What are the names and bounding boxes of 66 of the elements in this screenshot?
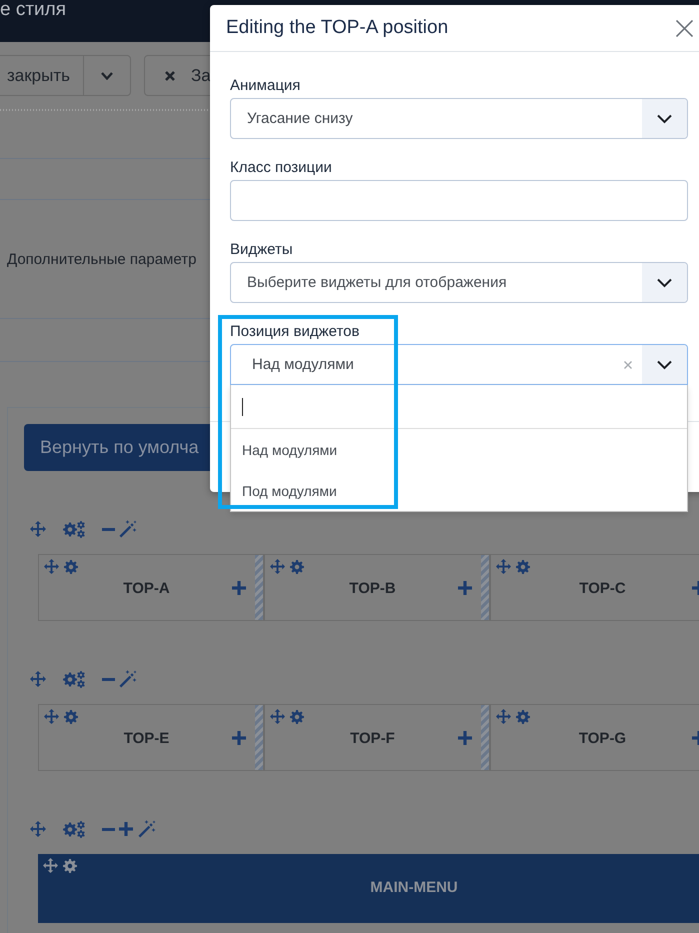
chevron-down-icon [101,72,114,80]
plus-icon[interactable] [232,581,246,595]
field-label: Класс позиции [230,159,332,177]
text-input[interactable] [230,180,688,221]
resize-handle[interactable] [481,555,489,620]
gear-icon[interactable] [290,560,304,574]
text-cursor-icon [242,398,243,416]
gear-icon[interactable] [290,710,304,724]
magic-wand-icon[interactable] [119,520,137,538]
select-field[interactable]: Угасание снизу [230,98,688,139]
field-label: Позиция виджетов [230,323,360,341]
close-icon [676,20,693,36]
move-icon[interactable] [30,521,46,537]
select-field[interactable]: Выберите виджеты для отображения [230,262,688,303]
position-label: TOP-B [348,580,397,596]
minus-icon[interactable] [102,828,115,830]
plus-icon[interactable] [119,822,133,836]
gear-icon[interactable] [63,858,77,872]
gear-icon[interactable] [516,560,530,574]
move-icon[interactable] [44,709,59,724]
minus-icon[interactable] [102,678,115,680]
gear-icon[interactable] [64,560,78,574]
plus-icon[interactable] [458,581,472,595]
chevron-down-icon[interactable] [642,263,687,302]
position-label: TOP-G [578,730,628,746]
resize-handle[interactable] [255,705,263,770]
position-label: TOP-A [122,580,171,596]
modal-title: Editing the TOP-A position [226,17,448,39]
gears-icon[interactable] [63,670,85,688]
position-label: TOP-C [578,580,627,596]
move-icon[interactable] [270,709,285,724]
dropdown-option[interactable]: Над модулями [231,429,687,470]
magic-wand-icon[interactable] [138,820,156,838]
magic-wand-icon[interactable] [119,670,137,688]
dropdown-toggle-button[interactable] [83,55,132,96]
save-close-button[interactable]: закрыть [0,55,84,96]
select-field[interactable]: Над модулями [230,344,688,385]
chevron-down-icon[interactable] [642,345,687,384]
move-icon[interactable] [496,709,511,724]
gear-icon[interactable] [64,710,78,724]
resize-handle[interactable] [481,705,489,770]
resize-handle[interactable] [255,555,263,620]
gears-icon[interactable] [63,820,85,838]
position-label: MAIN-MENU [370,878,458,896]
close-button[interactable] [676,20,693,36]
minus-icon[interactable] [102,528,115,530]
move-icon[interactable] [30,821,46,837]
settings-tab[interactable]: Дополнительные параметр [7,250,196,268]
plus-icon[interactable] [232,731,246,745]
move-icon[interactable] [496,559,511,574]
clear-icon[interactable] [624,360,632,368]
field-label: Анимация [230,77,300,95]
move-icon[interactable] [270,559,285,574]
gear-icon[interactable] [516,710,530,724]
move-icon[interactable] [43,858,58,873]
dropdown-option[interactable]: Под модулями [231,470,687,511]
gears-icon[interactable] [63,520,85,538]
position-label: TOP-F [349,730,396,746]
move-icon[interactable] [30,671,46,687]
close-icon [165,70,176,80]
field-label: Виджеты [230,241,293,259]
chevron-down-icon[interactable] [642,99,687,138]
position-label: TOP-E [122,730,170,746]
page-title: е стиля [0,0,66,20]
plus-icon[interactable] [458,731,472,745]
move-icon[interactable] [44,559,59,574]
